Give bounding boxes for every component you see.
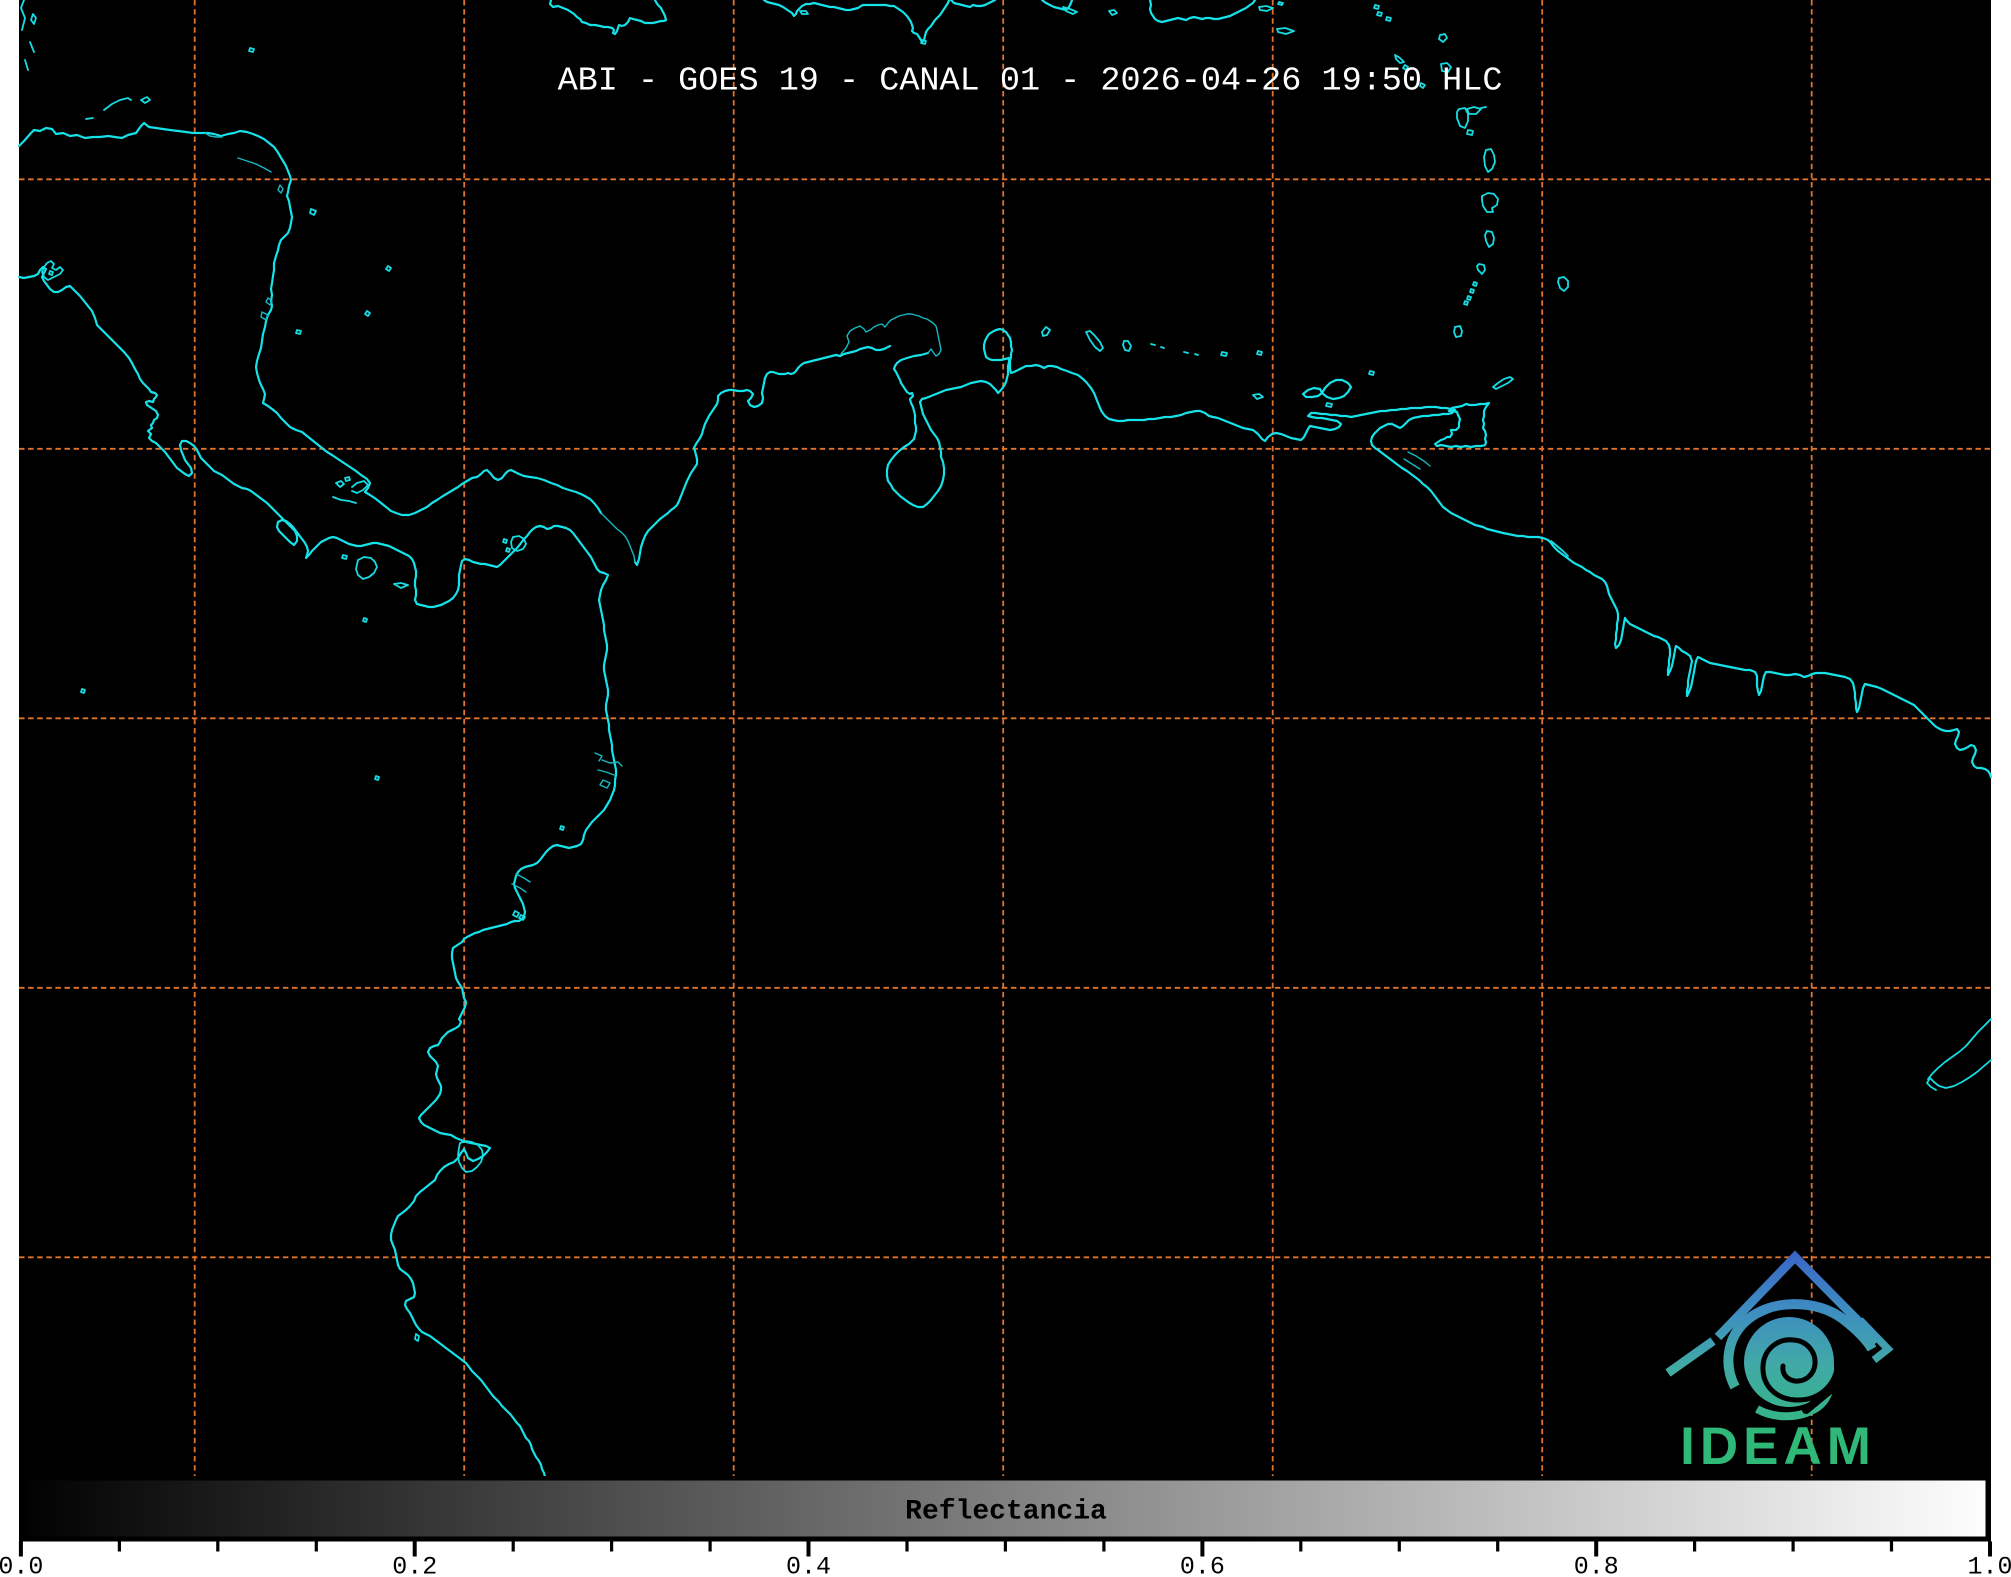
svg-text:0.4: 0.4 xyxy=(786,1553,831,1577)
svg-text:ABI - GOES 19 - CANAL 01 - 202: ABI - GOES 19 - CANAL 01 - 2026-04-26 19… xyxy=(558,63,1503,101)
svg-text:IDEAM: IDEAM xyxy=(1680,1417,1876,1476)
svg-text:Reflectancia: Reflectancia xyxy=(905,1497,1107,1528)
svg-text:0.0: 0.0 xyxy=(0,1553,43,1577)
svg-text:0.8: 0.8 xyxy=(1574,1553,1619,1577)
svg-text:1.0: 1.0 xyxy=(1967,1553,2011,1577)
svg-text:0.2: 0.2 xyxy=(392,1553,437,1577)
svg-text:0.6: 0.6 xyxy=(1180,1553,1225,1577)
